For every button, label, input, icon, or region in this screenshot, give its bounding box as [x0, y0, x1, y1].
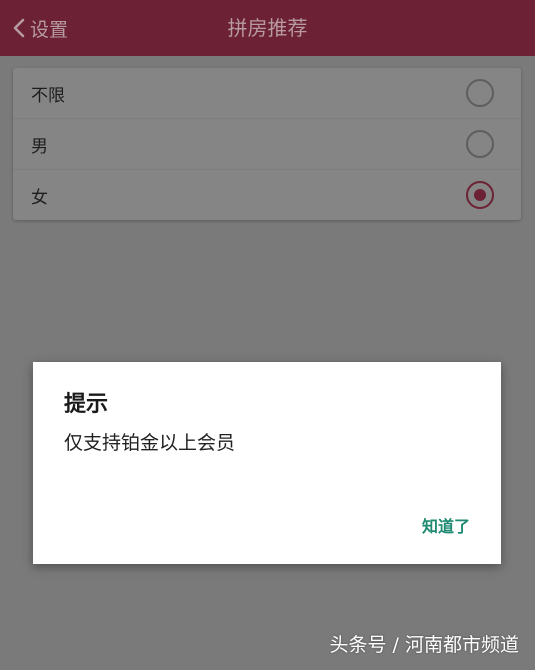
- app-header: 设置 拼房推荐: [0, 0, 535, 56]
- radio-button-unchecked[interactable]: [466, 130, 494, 158]
- watermark-text: 头条号 / 河南都市频道: [329, 634, 519, 656]
- page-title: 拼房推荐: [227, 16, 308, 40]
- radio-button-checked[interactable]: [466, 181, 494, 209]
- option-label: 男: [31, 136, 48, 157]
- option-label: 女: [31, 187, 48, 208]
- radio-button-unchecked[interactable]: [466, 79, 494, 107]
- gender-options-card: 不限 男 女: [13, 68, 521, 220]
- alert-dialog: 提示 仅支持铂金以上会员 知道了: [33, 362, 501, 564]
- dialog-confirm-button[interactable]: 知道了: [422, 513, 470, 537]
- option-female[interactable]: 女: [13, 170, 521, 220]
- option-unlimited[interactable]: 不限: [13, 68, 521, 119]
- option-label: 不限: [31, 85, 65, 106]
- option-male[interactable]: 男: [13, 119, 521, 170]
- dialog-message: 仅支持铂金以上会员: [64, 432, 236, 454]
- radio-dot-icon: [474, 189, 486, 201]
- dialog-title: 提示: [64, 392, 109, 417]
